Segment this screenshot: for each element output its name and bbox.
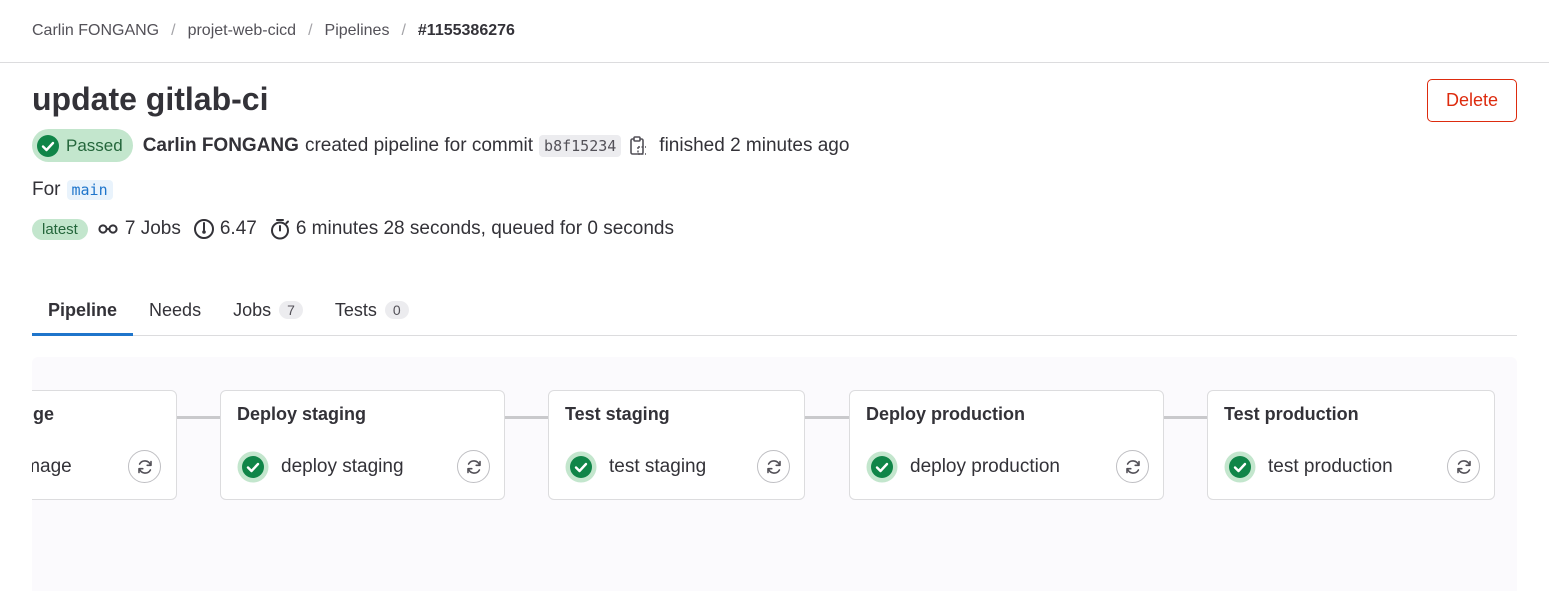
stage-deploy-staging: Deploy staging deploy staging [220, 390, 505, 500]
tab-count-badge: 7 [279, 301, 303, 319]
stage-title: Deploy production [866, 404, 1025, 424]
retry-icon [1456, 459, 1471, 474]
retry-icon [466, 459, 481, 474]
for-label: For [32, 179, 61, 200]
check-circle-icon [237, 451, 269, 483]
tab-tests[interactable]: Tests 0 [319, 285, 425, 335]
breadcrumb: Carlin FONGANG / projet-web-cicd / Pipel… [32, 18, 515, 44]
breadcrumb-current-pipeline[interactable]: #1155386276 [418, 22, 515, 40]
job-name: test production [1268, 456, 1393, 477]
stage-connector [1163, 416, 1207, 419]
stage-test-production: Test production test production [1207, 390, 1495, 500]
branch-link[interactable]: main [66, 180, 113, 200]
tab-label: Tests [334, 299, 377, 320]
job-name: deploy production [910, 456, 1060, 477]
tab-count-badge: 0 [384, 301, 409, 319]
job-item[interactable]: test staging [565, 451, 706, 483]
stage-title: Test production [1224, 404, 1359, 424]
check-circle-icon [866, 451, 898, 483]
finished-text: finished 2 minutes ago [659, 134, 850, 156]
job-name: deploy staging [281, 456, 404, 477]
tab-pipeline[interactable]: Pipeline [32, 285, 134, 336]
retry-button[interactable] [1447, 450, 1480, 483]
pipeline-meta-row: latest 7 Jobs 6.47 6 minutes 28 seconds,… [32, 215, 686, 243]
job-item[interactable]: image [32, 451, 72, 483]
retry-button[interactable] [457, 450, 490, 483]
check-circle-icon [565, 451, 597, 483]
breadcrumb-pipelines[interactable]: Pipelines [325, 22, 390, 40]
pipeline-status-row: Passed Carlin FONGANG created pipeline f… [32, 129, 849, 162]
tab-label: Pipeline [48, 299, 118, 320]
delete-button[interactable]: Delete [1427, 79, 1517, 122]
gauge-icon [193, 219, 214, 239]
retry-icon [137, 459, 152, 474]
breadcrumb-user[interactable]: Carlin FONGANG [32, 22, 159, 40]
stage-build-image: ge image [32, 390, 177, 500]
latest-badge: latest [32, 218, 88, 240]
stage-connector [804, 416, 849, 419]
header-divider [0, 62, 1549, 63]
retry-icon [766, 459, 781, 474]
retry-icon [1125, 459, 1140, 474]
check-circle-icon [37, 134, 59, 157]
duration: 6 minutes 28 seconds, queued for 0 secon… [269, 218, 674, 240]
tab-label: Jobs [233, 299, 272, 320]
breadcrumb-project[interactable]: projet-web-cicd [188, 22, 296, 40]
duration-text: 6 minutes 28 seconds, queued for 0 secon… [295, 218, 674, 239]
job-name: test staging [609, 456, 707, 477]
breadcrumb-separator: / [308, 22, 313, 39]
check-circle-icon [1224, 451, 1256, 483]
stage-title: ge [33, 404, 55, 424]
retry-button[interactable] [128, 450, 161, 483]
tab-needs[interactable]: Needs [133, 285, 217, 335]
copy-icon[interactable] [629, 135, 647, 156]
job-item[interactable]: deploy staging [237, 451, 404, 483]
retry-button[interactable] [1116, 450, 1149, 483]
job-item[interactable]: deploy production [866, 451, 1060, 483]
pipeline-tabs: Pipeline Needs Jobs 7 Tests 0 [32, 285, 1517, 336]
ref-row: For main [32, 177, 113, 203]
stage-connector [176, 416, 220, 419]
job-name: image [32, 456, 72, 477]
job-item[interactable]: test production [1224, 451, 1393, 483]
stage-deploy-production: Deploy production deploy production [849, 390, 1164, 500]
status-badge[interactable]: Passed [32, 129, 133, 162]
pipeline-icon [98, 224, 118, 234]
stage-connector [504, 416, 548, 419]
retry-button[interactable] [757, 450, 790, 483]
jobs-count-text: 7 Jobs [124, 218, 181, 239]
commit-sha-link[interactable]: b8f15234 [539, 134, 622, 157]
stage-title: Deploy staging [237, 404, 367, 424]
jobs-count: 7 Jobs [98, 218, 181, 240]
author-link[interactable]: Carlin FONGANG [143, 135, 299, 157]
compute-score-text: 6.47 [219, 218, 257, 239]
timer-icon [270, 219, 289, 240]
breadcrumb-separator: / [401, 22, 406, 39]
status-badge-label: Passed [66, 135, 123, 155]
tab-jobs[interactable]: Jobs 7 [217, 285, 319, 335]
page-title: update gitlab-ci [32, 81, 269, 117]
pipeline-graph: ge image Deploy staging deploy staging [32, 357, 1517, 591]
compute-score: 6.47 [193, 218, 257, 240]
stage-test-staging: Test staging test staging [548, 390, 805, 500]
breadcrumb-separator: / [171, 22, 176, 39]
tab-label: Needs [149, 299, 202, 320]
action-text: created pipeline for commit [304, 134, 534, 156]
stage-title: Test staging [565, 404, 670, 424]
